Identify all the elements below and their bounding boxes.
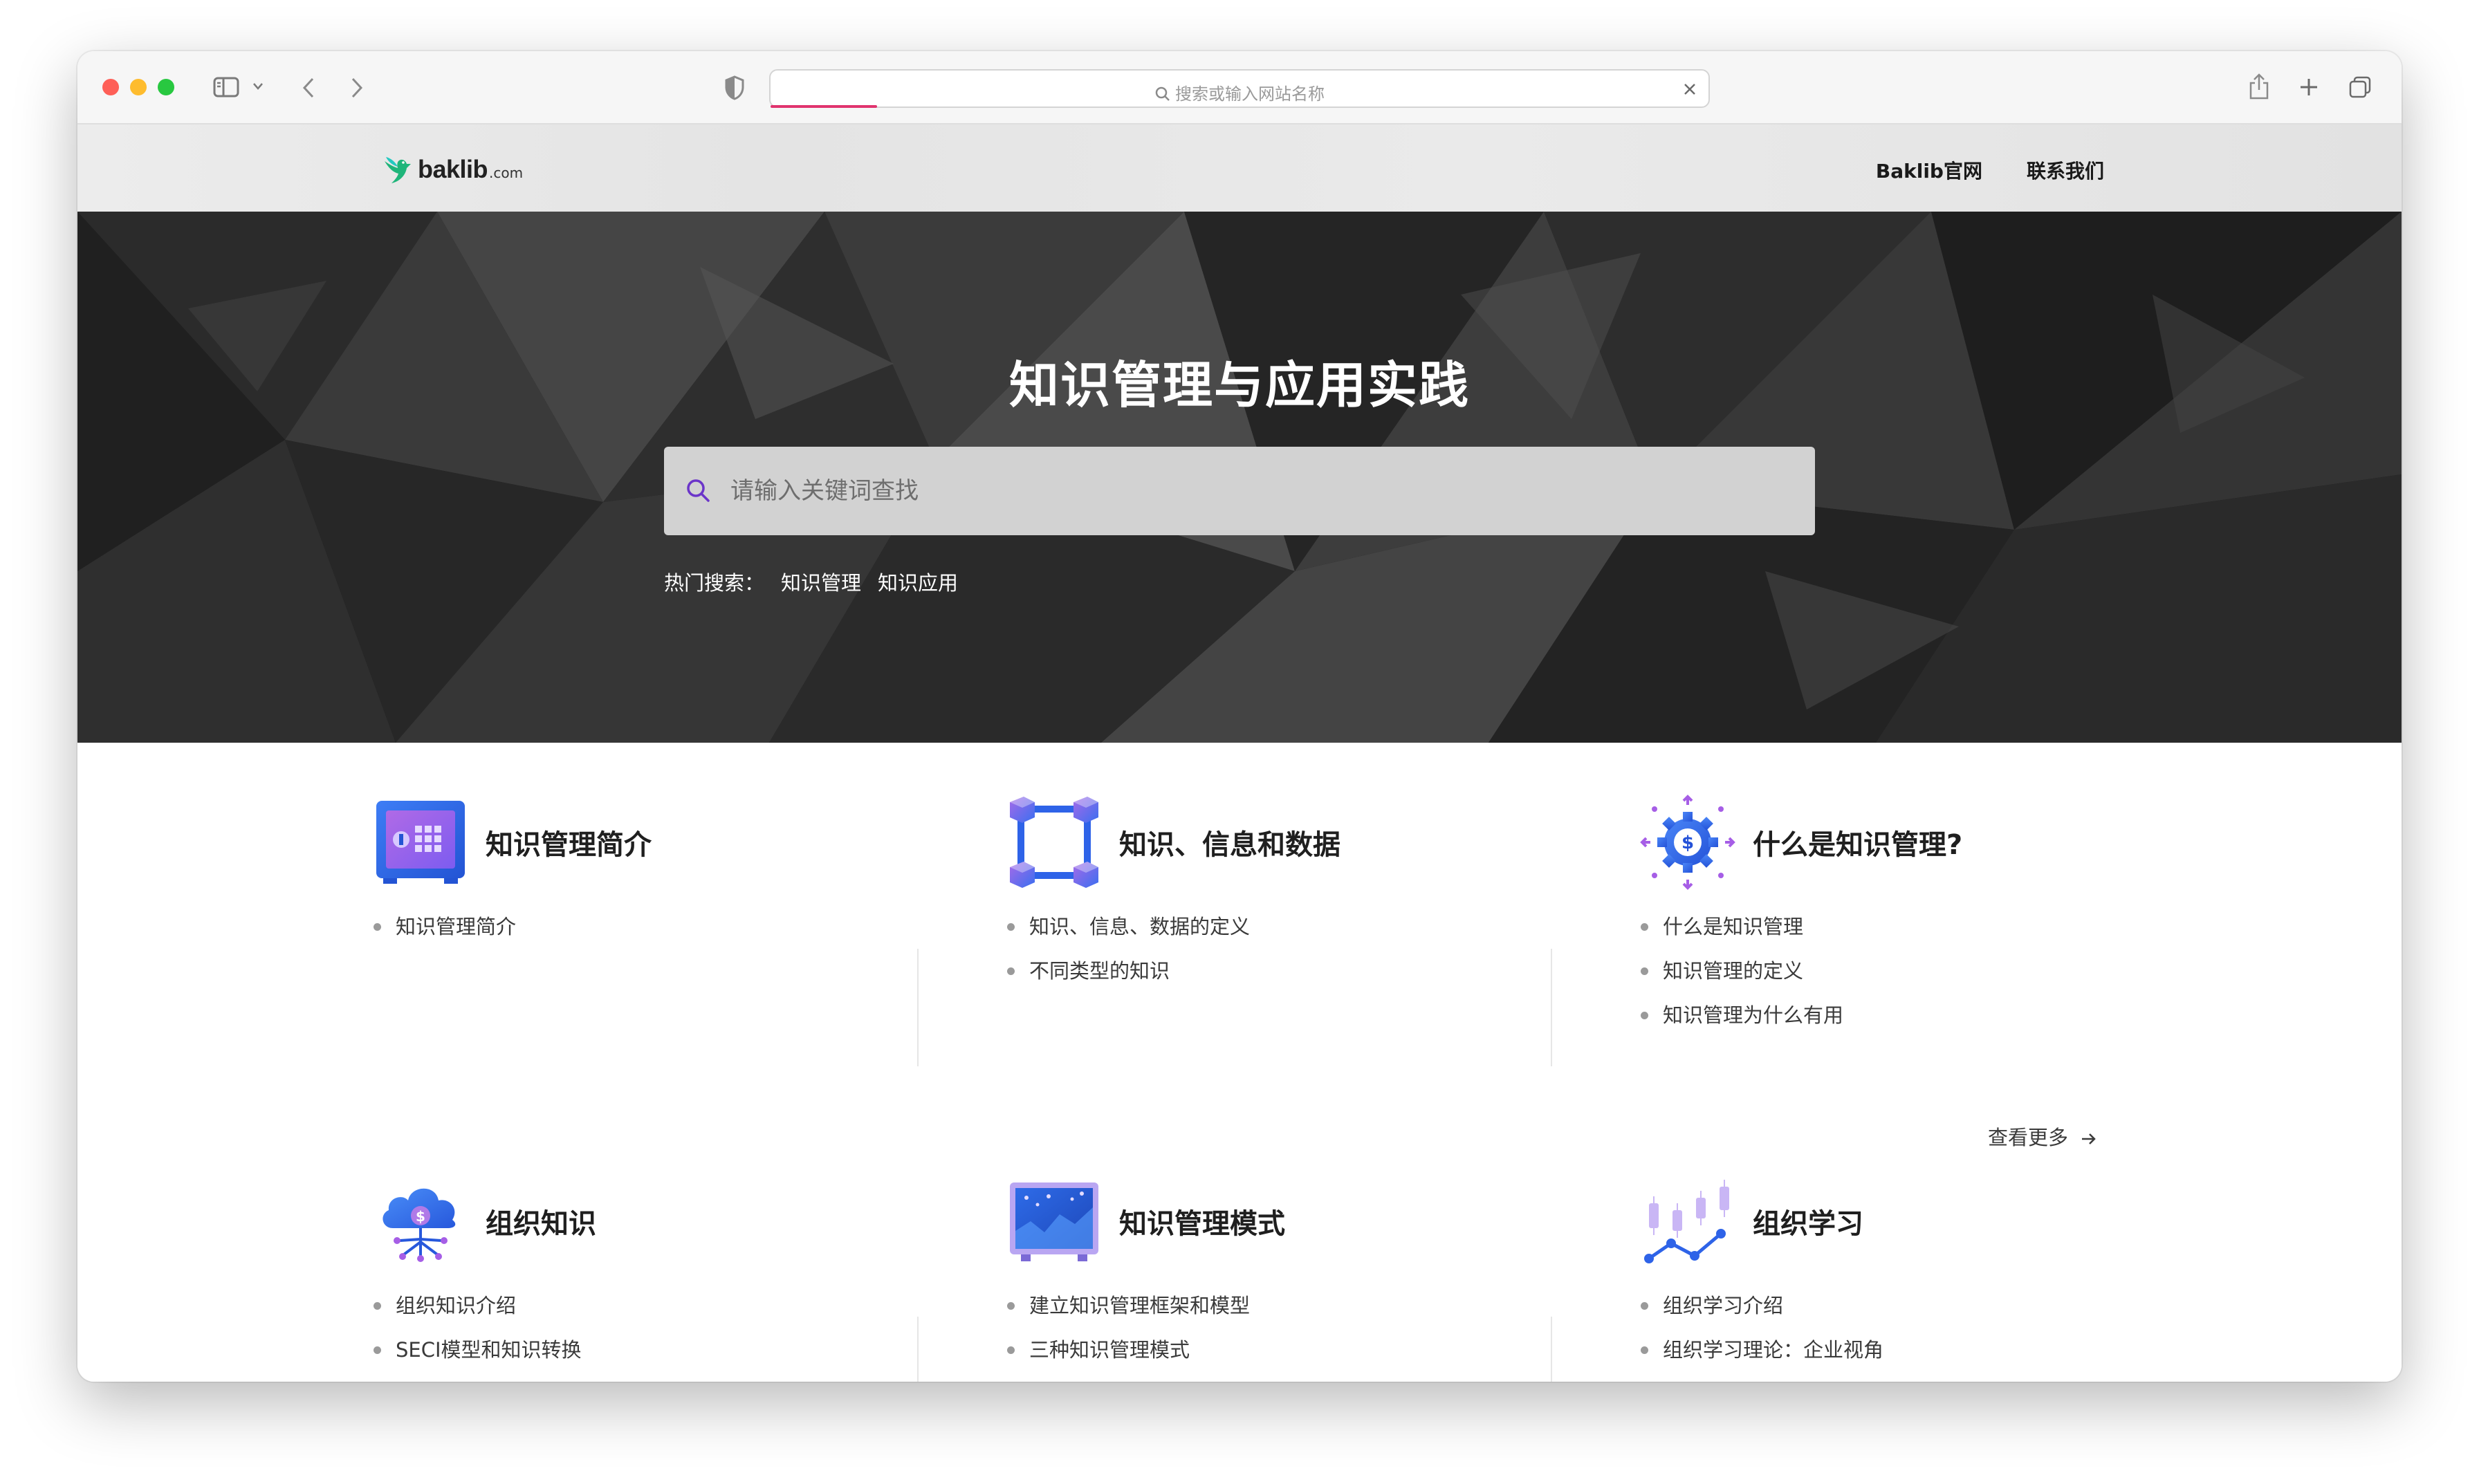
minimize-window-button[interactable] [130, 79, 147, 95]
site-logo[interactable]: baklib .com [382, 152, 523, 187]
arrow-right-icon [2082, 1133, 2096, 1144]
column-divider [1551, 949, 1552, 1066]
chevron-down-icon[interactable] [252, 82, 264, 91]
column-divider [1551, 1317, 1552, 1382]
card-link[interactable]: 知识管理为什么有用 [1639, 993, 2165, 1037]
column-divider [917, 949, 919, 1066]
cube-network-icon [1010, 797, 1098, 888]
logo-suffix: .com [489, 165, 524, 181]
category-grid: 知识管理简介 知识管理简介 知识、信息和数据 知识、信息、数据的定义 不同类型的… [77, 743, 2402, 1382]
category-card: 知识管理简介 知识管理简介 [372, 794, 898, 949]
svg-text:$: $ [1681, 833, 1694, 853]
category-card: 知识、信息和数据 知识、信息、数据的定义 不同类型的知识 [1006, 794, 1531, 993]
card-title[interactable]: 知识管理简介 [486, 822, 652, 862]
cloud-money-icon: $ [383, 1188, 456, 1262]
clear-address-icon[interactable] [1682, 82, 1697, 97]
browser-toolbar: 搜索或输入网站名称 [77, 51, 2402, 124]
card-link[interactable]: 知识管理的定义 [1639, 949, 2165, 993]
view-more-link[interactable]: 查看更多 [1988, 1122, 2098, 1151]
privacy-shield-icon[interactable] [724, 75, 746, 101]
category-card: 知识管理模式 建立知识管理框架和模型 三种知识管理模式 [1006, 1173, 1531, 1372]
category-card: $ 什么是知识管理? 什么是知识管理 知识管理的定义 知识管理为什么有用 [1639, 794, 2165, 1037]
search-input[interactable] [730, 447, 1796, 535]
back-arrow-icon[interactable] [300, 75, 317, 101]
share-icon[interactable] [2248, 72, 2270, 101]
nav-link-contact[interactable]: 联系我们 [2027, 156, 2104, 184]
column-divider [917, 1317, 919, 1382]
card-link[interactable]: SECI模型和知识转换 [372, 1328, 898, 1372]
category-card: 组织学习 组织学习介绍 组织学习理论：企业视角 [1639, 1173, 2165, 1372]
address-placeholder: 搜索或输入网站名称 [1175, 84, 1325, 104]
hot-searches: 热门搜索： 知识管理 知识应用 [664, 567, 958, 596]
site-header: baklib .com Baklib官网 联系我们 [77, 124, 2402, 212]
card-link[interactable]: 建立知识管理框架和模型 [1006, 1283, 1531, 1328]
card-link[interactable]: 组织学习理论：企业视角 [1639, 1328, 2165, 1372]
maximize-window-button[interactable] [158, 79, 174, 95]
card-link[interactable]: 什么是知识管理 [1639, 905, 2165, 949]
view-more-label: 查看更多 [1988, 1126, 2069, 1149]
bird-logo-icon [385, 157, 411, 183]
card-link[interactable]: 三种知识管理模式 [1006, 1328, 1531, 1372]
new-tab-icon[interactable] [2298, 76, 2320, 98]
hot-search-label: 热门搜索： [664, 571, 765, 595]
page-load-progress [771, 105, 877, 108]
card-title[interactable]: 组织学习 [1753, 1201, 1863, 1241]
forward-arrow-icon[interactable] [349, 75, 365, 101]
address-bar[interactable]: 搜索或输入网站名称 [769, 69, 1710, 108]
card-link[interactable]: 组织学习介绍 [1639, 1283, 2165, 1328]
money-gear-icon: $ [1640, 795, 1735, 890]
card-title[interactable]: 知识、信息和数据 [1119, 822, 1340, 862]
logo-text: baklib [418, 155, 488, 183]
site-nav: Baklib官网 联系我们 [1876, 156, 2104, 184]
hot-search-term[interactable]: 知识管理 [781, 567, 861, 596]
close-window-button[interactable] [102, 79, 119, 95]
knowledge-search-box [664, 447, 1815, 535]
dashboard-screen-icon [1010, 1182, 1098, 1261]
sidebar-toggle-icon[interactable] [213, 76, 241, 98]
safe-icon [376, 801, 465, 884]
category-card: $ 组织知识 组织知识介绍 SECI模型和知识转换 [372, 1173, 898, 1372]
svg-text:$: $ [416, 1208, 425, 1225]
card-title[interactable]: 知识管理模式 [1119, 1201, 1285, 1241]
card-link[interactable]: 知识、信息、数据的定义 [1006, 905, 1531, 949]
hero-banner: 知识管理与应用实践 热门搜索： 知识管理 知识应用 [77, 212, 2402, 743]
card-link[interactable]: 不同类型的知识 [1006, 949, 1531, 993]
card-link[interactable]: 知识管理简介 [372, 905, 898, 949]
card-title[interactable]: 组织知识 [486, 1201, 596, 1241]
browser-window: 搜索或输入网站名称 baklib .com Baklib官网 联系我们 知识管理… [77, 51, 2402, 1382]
tab-overview-icon[interactable] [2348, 75, 2372, 100]
hero-title: 知识管理与应用实践 [1008, 356, 1470, 414]
search-icon [687, 479, 710, 502]
nav-link-baklib[interactable]: Baklib官网 [1876, 156, 1982, 184]
candlestick-chart-icon [1644, 1180, 1729, 1263]
card-title[interactable]: 什么是知识管理? [1753, 822, 1962, 862]
search-icon [1155, 86, 1170, 101]
card-link[interactable]: 组织知识介绍 [372, 1283, 898, 1328]
hot-search-term[interactable]: 知识应用 [878, 567, 958, 596]
